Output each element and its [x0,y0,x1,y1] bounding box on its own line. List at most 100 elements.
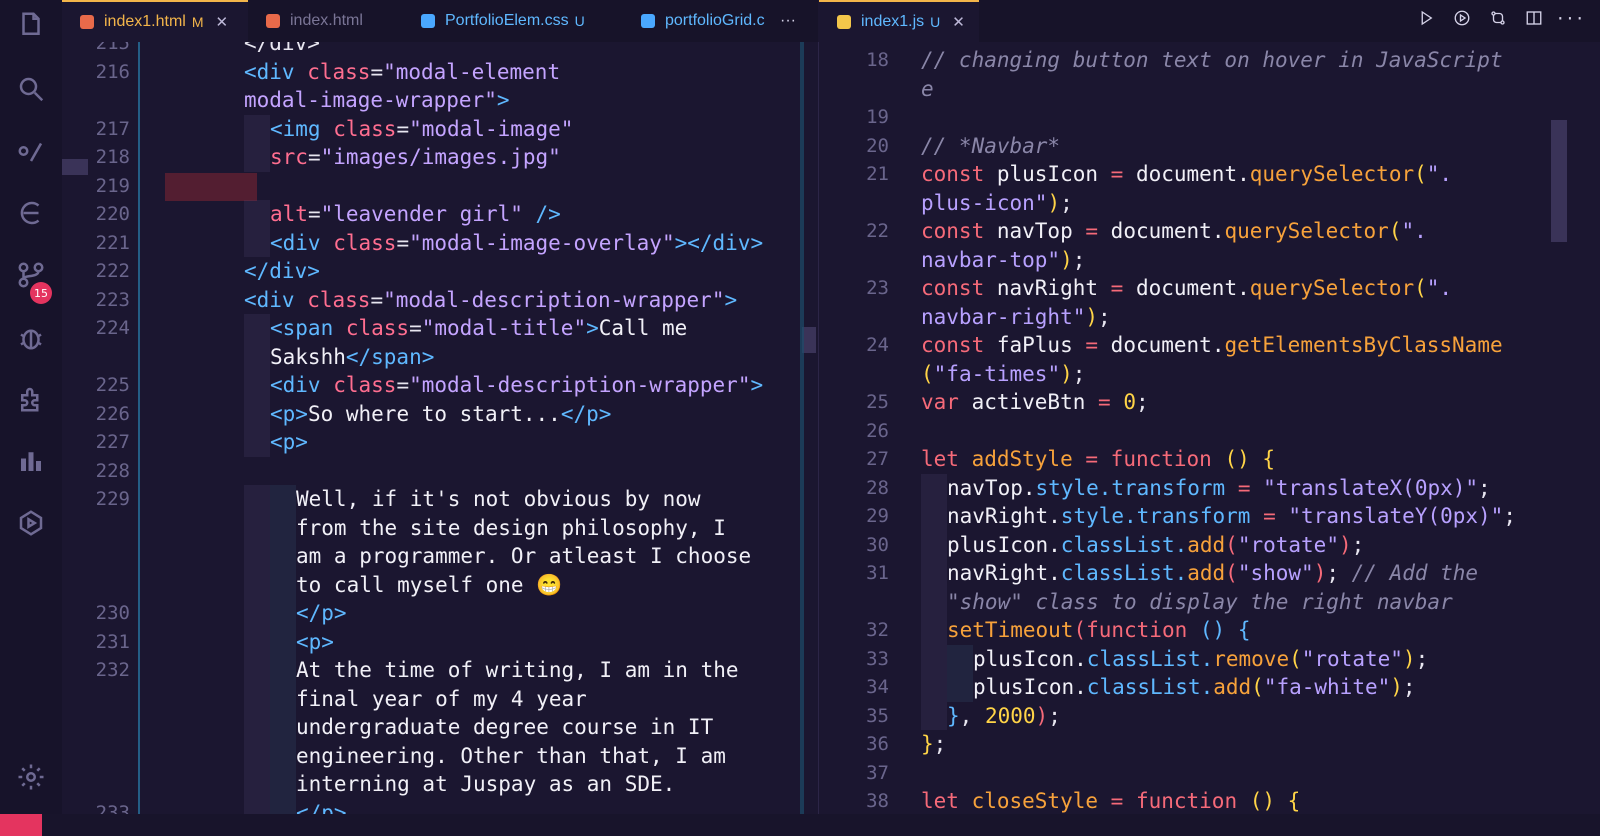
code-token: class [333,373,397,397]
code-token: ( [1414,162,1427,186]
code-token: // changing button text on hover in Java… [921,48,1503,72]
indent-guide [244,342,270,371]
run-extension-icon[interactable] [14,506,48,540]
code-line: </div> [244,257,320,285]
line-number: 29 [866,505,889,527]
right-tab-bar: index1.js U ✕ ··· [819,0,1600,42]
indent-guide [244,228,270,257]
code-token: ) [1402,646,1416,671]
code-token: navbar-right" [921,304,1086,329]
tab-index1-js[interactable]: index1.js U ✕ [819,0,979,42]
indent-guide [270,741,296,770]
tab-index1-html[interactable]: index1.html M ✕ [62,0,248,42]
code-line: const plusIcon = document.querySelector(… [921,160,1452,188]
code-token: "modal-description-wrapper" [409,373,751,397]
tab-label: index1.js [861,13,925,30]
more-actions-icon[interactable]: ··· [1556,8,1585,28]
code-token: class [345,316,410,340]
debug-run-icon[interactable] [1452,8,1472,28]
search-icon[interactable] [14,72,48,106]
code-token: document. [1135,162,1250,186]
stats-icon[interactable] [14,444,48,478]
html-file-icon [80,15,94,29]
extensions-icon[interactable] [14,382,48,416]
code-line: const navRight = document.querySelector(… [921,274,1452,302]
indent-guide [270,656,296,685]
code-line: src="images/images.jpg" [270,143,561,171]
code-line: undergraduate degree course in IT [296,713,713,741]
editor-actions: ··· [1416,8,1585,28]
code-token: ( [1225,561,1238,585]
line-number: 38 [866,790,889,812]
code-token: ". [1426,276,1453,300]
code-token: classList. [1060,532,1188,557]
code-line: var activeBtn = 0; [921,388,1149,416]
scrollbar-thumb[interactable] [802,327,816,353]
code-token: = [1110,162,1136,186]
code-line: <div class="modal-description-wrapper"> [270,371,763,399]
close-icon[interactable]: ✕ [216,13,229,31]
code-token: = [370,59,384,84]
line-number: 19 [866,106,889,128]
code-line: engineering. Other than that, I am [296,742,726,770]
code-token: ) [1085,304,1099,329]
code-token: <img [270,116,334,141]
indent-guide [270,599,296,628]
tab-index-html[interactable]: index.html [248,0,403,42]
settings-gear-icon[interactable] [14,760,48,794]
code-token: am a programmer. Or atleast I choose [296,544,752,568]
right-editor-pane[interactable]: 18 // changing button text on hover in Ja… [819,42,1600,814]
code-token: to call myself one 😁 [296,572,563,597]
code-line: alt="leavender girl" /> [270,200,561,228]
debug-icon[interactable] [14,320,48,354]
remote-icon[interactable] [14,134,48,168]
code-token: let [921,789,972,813]
code-token: faPlus [996,333,1086,357]
tab-overflow-more-icon[interactable]: ··· [780,0,810,42]
code-token: ) [1047,190,1061,215]
code-token: ( [1414,276,1427,300]
close-icon[interactable]: ✕ [952,13,965,31]
code-token: </div> [244,259,320,283]
line-number: 34 [866,676,889,698]
split-editor-icon[interactable] [1524,8,1544,28]
code-token: = [409,316,422,340]
css-file-icon [641,14,655,28]
code-line: <span class="modal-title">Call me [270,314,687,342]
code-token: ; [1135,390,1149,414]
code-token: ( [1225,532,1238,557]
code-line: let closeStyle = function () { [921,787,1300,814]
compare-changes-icon[interactable] [1488,8,1508,28]
code-token: plus-icon" [921,190,1048,215]
code-token: activeBtn [971,390,1099,414]
code-token: "translateY(0px)" [1288,504,1504,528]
timeline-icon[interactable] [14,196,48,230]
code-line: </p> [296,599,347,627]
code-token: const [921,162,997,186]
indent-guide [921,616,947,645]
code-token: <p> [270,430,308,454]
scrollbar-thumb[interactable] [1551,120,1567,242]
indent-guide [270,713,296,742]
run-icon[interactable] [1416,8,1436,28]
tab-portfolioelem-css[interactable]: PortfolioElem.css U [403,0,623,42]
code-token: <p> [296,629,334,654]
code-token: class [307,59,371,84]
indent-guide [244,570,270,599]
code-token: ; [1402,675,1416,699]
left-editor-pane[interactable]: 215 </div> 216 <div class="modal-element mod… [62,42,818,814]
code-token: ( [1251,675,1264,699]
indent-guide [921,644,947,673]
code-token: classList. [1086,646,1214,671]
code-line: navbar-top"); [921,246,1085,274]
code-token: function [1110,447,1225,471]
remote-status-indicator[interactable] [0,814,42,836]
code-token: </p> [296,800,347,815]
indent-guide [270,684,296,713]
code-token: ></div> [674,230,764,255]
tab-portfoliogrid-css[interactable]: portfolioGrid.c [623,0,773,42]
code-line: plusIcon.classList.add("fa-white"); [973,673,1416,701]
tab-modified-mark: M [191,14,204,30]
explorer-icon[interactable] [14,8,48,42]
line-number: 232 [95,659,130,681]
